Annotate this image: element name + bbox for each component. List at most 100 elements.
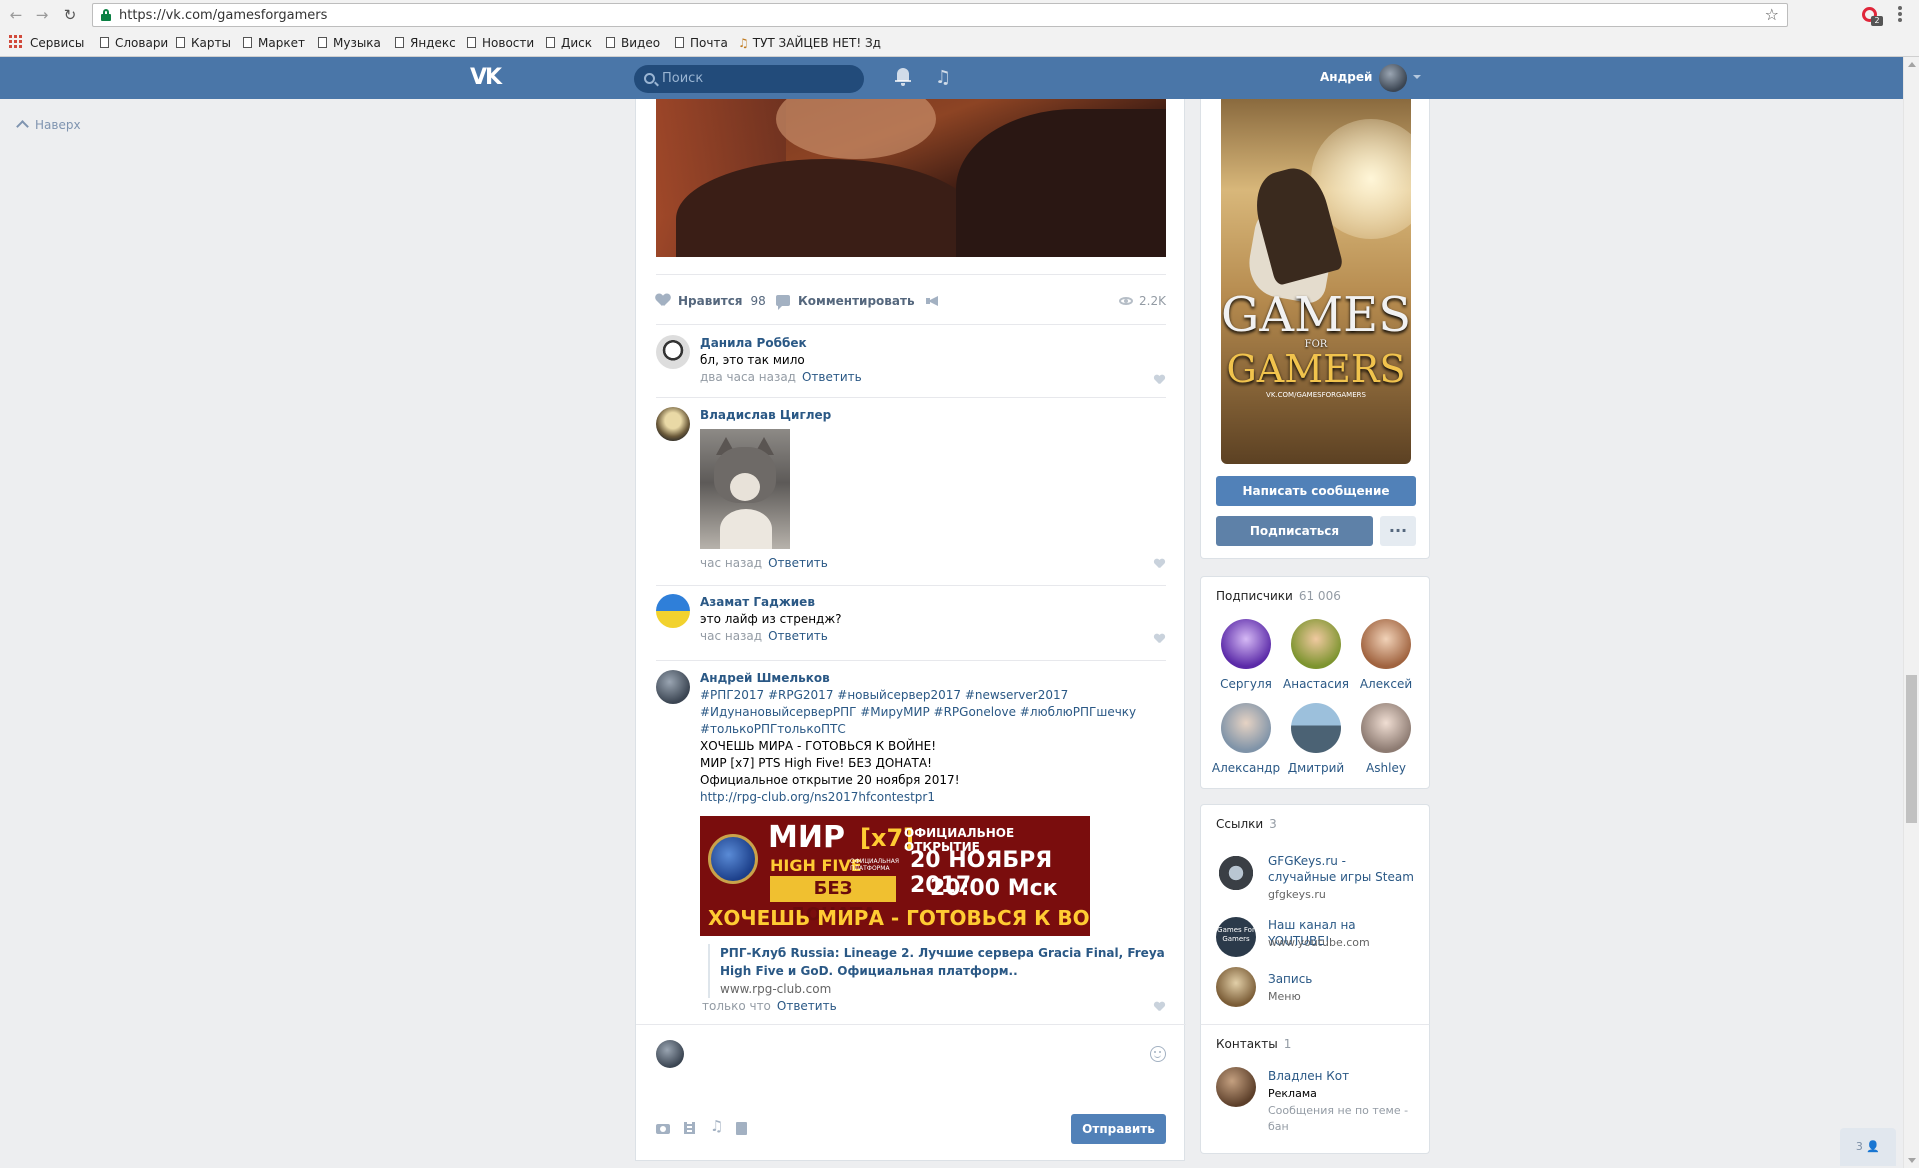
subscribers-count: 61 006	[1298, 589, 1341, 603]
subscriber-item[interactable]: Сергуля	[1211, 619, 1281, 691]
comment-text: Официальное открытие 20 ноября 2017!	[700, 773, 960, 787]
opera-extension-icon[interactable]: 2	[1860, 4, 1883, 26]
scroll-down-arrow-icon[interactable]	[1908, 1158, 1916, 1163]
bookmark-video[interactable]: Видео	[606, 35, 660, 51]
bookmark-maps[interactable]: Карты	[176, 35, 231, 51]
avatar[interactable]	[1379, 64, 1407, 92]
scrollbar-thumb[interactable]	[1906, 675, 1917, 823]
link-item[interactable]: Games For Gamers Наш канал на YOUTUBE! w…	[1216, 917, 1421, 957]
comment-time[interactable]: два часа назад	[700, 370, 796, 384]
bookmark-label: Почта	[690, 36, 728, 50]
comment-time[interactable]: час назад	[700, 556, 762, 570]
avatar[interactable]	[656, 407, 690, 441]
comment-input[interactable]	[656, 1034, 1166, 1070]
contact-name[interactable]: Владлен Кот	[1268, 1067, 1349, 1085]
link-title[interactable]: Запись	[1268, 971, 1418, 987]
link-item[interactable]: GFGKeys.ru - случайные игры Steam gfgkey…	[1216, 853, 1421, 901]
comment-hashtags[interactable]: #толькоРПГтолькоПТС	[700, 721, 1156, 738]
subscriber-item[interactable]: Анастасия	[1281, 619, 1351, 691]
link-item[interactable]: Запись Меню	[1216, 967, 1421, 1007]
bookmark-mail[interactable]: Почта	[675, 35, 728, 51]
post-image[interactable]	[656, 99, 1166, 257]
promo-banner-image[interactable]: МИР [x7] HIGH FIVE ОФИЦИАЛЬНАЯ ПЛАТФОРМА…	[700, 816, 1090, 936]
reload-icon[interactable]: ↻	[60, 5, 80, 25]
reply-button[interactable]: Ответить	[802, 370, 862, 384]
comment-like-button[interactable]	[1154, 559, 1166, 569]
link-preview-title[interactable]: РПГ-Клуб Russia: Lineage 2. Лучшие серве…	[720, 944, 1168, 980]
group-cover-image[interactable]: GAMES FOR GAMERS VK.COM/GAMESFORGAMERS	[1221, 99, 1411, 464]
comment-like-button[interactable]	[1154, 375, 1166, 385]
comment-button[interactable]: Комментировать	[776, 289, 915, 313]
post-link-icon	[1216, 967, 1256, 1007]
bookmark-market[interactable]: Маркет	[243, 35, 305, 51]
scroll-up-arrow-icon[interactable]	[1908, 62, 1916, 67]
avatar[interactable]	[656, 335, 690, 369]
bookmark-disk[interactable]: Диск	[546, 35, 592, 51]
online-friends-button[interactable]: 3 👤	[1840, 1128, 1896, 1166]
bookmark-services[interactable]: Сервисы	[30, 35, 84, 51]
search-input[interactable]: Поиск	[634, 65, 864, 93]
chevron-down-icon[interactable]	[1413, 75, 1421, 79]
subscriber-item[interactable]: Дмитрий	[1281, 703, 1351, 775]
comment-link[interactable]: http://rpg-club.org/ns2017hfcontestpr1	[700, 789, 1156, 806]
page-icon	[467, 37, 476, 48]
bookmark-music[interactable]: Музыка	[318, 35, 381, 51]
camera-icon[interactable]	[656, 1122, 670, 1134]
subscribers-heading[interactable]: Подписчики 61 006	[1216, 589, 1341, 603]
bookmark-dictionaries[interactable]: Словари	[100, 35, 168, 51]
subscriber-item[interactable]: Алексей	[1351, 619, 1421, 691]
reply-button[interactable]: Ответить	[768, 556, 828, 570]
emoji-smile-icon[interactable]	[1150, 1046, 1166, 1062]
subscriber-name: Дмитрий	[1287, 761, 1345, 775]
reply-button[interactable]: Ответить	[768, 629, 828, 643]
link-preview[interactable]: РПГ-Клуб Russia: Lineage 2. Лучшие серве…	[708, 944, 1168, 998]
comment-like-button[interactable]	[1154, 634, 1166, 644]
comment-time[interactable]: только что	[702, 999, 771, 1013]
address-bar[interactable]: https://vk.com/gamesforgamers ☆	[92, 3, 1788, 27]
link-title[interactable]: GFGKeys.ru - случайные игры Steam	[1268, 853, 1418, 885]
comment-hashtags[interactable]: #РПГ2017 #RPG2017 #новыйсервер2017 #news…	[700, 687, 1156, 704]
bookmark-star-icon[interactable]: ☆	[1765, 5, 1779, 24]
comment-author[interactable]: Азамат Гаджиев	[700, 594, 1156, 611]
page-icon	[546, 37, 555, 48]
address-url[interactable]: https://vk.com/gamesforgamers	[119, 8, 327, 23]
forward-arrow-icon[interactable]: →	[32, 5, 52, 25]
browser-menu-icon[interactable]	[1898, 6, 1902, 24]
subscriber-item[interactable]: Александр	[1211, 703, 1281, 775]
comment-author[interactable]: Данила Роббек	[700, 335, 1156, 352]
like-button[interactable]: Нравится 98	[656, 289, 766, 313]
notifications-bell-icon[interactable]	[895, 68, 911, 86]
vk-logo[interactable]: VK	[470, 67, 504, 89]
comment-author[interactable]: Андрей Шмельков	[700, 670, 1156, 687]
avatar[interactable]	[656, 594, 690, 628]
subscribe-button[interactable]: Подписаться	[1216, 516, 1373, 546]
avatar	[1291, 703, 1341, 753]
comment-like-button[interactable]	[1154, 1002, 1166, 1012]
contacts-heading[interactable]: Контакты 1	[1216, 1037, 1291, 1051]
share-megaphone-icon[interactable]	[926, 295, 940, 307]
links-heading[interactable]: Ссылки 3	[1216, 817, 1277, 831]
reply-button[interactable]: Ответить	[777, 999, 837, 1013]
page-icon	[675, 37, 684, 48]
video-film-icon[interactable]	[684, 1122, 698, 1134]
music-note-icon[interactable]: ♫	[935, 67, 951, 88]
comment-author[interactable]: Владислав Циглер	[700, 407, 1156, 424]
more-actions-button[interactable]: ···	[1380, 516, 1416, 546]
user-name[interactable]: Андрей	[1320, 70, 1372, 84]
bookmark-yandex[interactable]: Яндекс	[395, 35, 456, 51]
subscriber-item[interactable]: Ashley	[1351, 703, 1421, 775]
document-icon[interactable]	[736, 1122, 750, 1135]
comment-time[interactable]: час назад	[700, 629, 762, 643]
scroll-to-top-link[interactable]: Наверх	[16, 118, 81, 133]
bookmark-zaycev[interactable]: ♫ ТУТ ЗАЙЦЕВ НЕТ! Зд	[738, 35, 881, 51]
music-note-icon[interactable]: ♫	[710, 1117, 724, 1135]
avatar[interactable]	[656, 670, 690, 704]
page-scrollbar[interactable]	[1903, 57, 1919, 1168]
write-message-button[interactable]: Написать сообщение	[1216, 476, 1416, 506]
contacts-count: 1	[1283, 1037, 1292, 1051]
comment-photo-cat[interactable]	[700, 429, 790, 549]
bookmark-news[interactable]: Новости	[467, 35, 534, 51]
send-button[interactable]: Отправить	[1071, 1114, 1166, 1144]
comment-hashtags[interactable]: #ИдунановыйсерверРПГ #МируМИР #RPGonelov…	[700, 704, 1156, 721]
back-arrow-icon[interactable]: ←	[6, 5, 26, 25]
